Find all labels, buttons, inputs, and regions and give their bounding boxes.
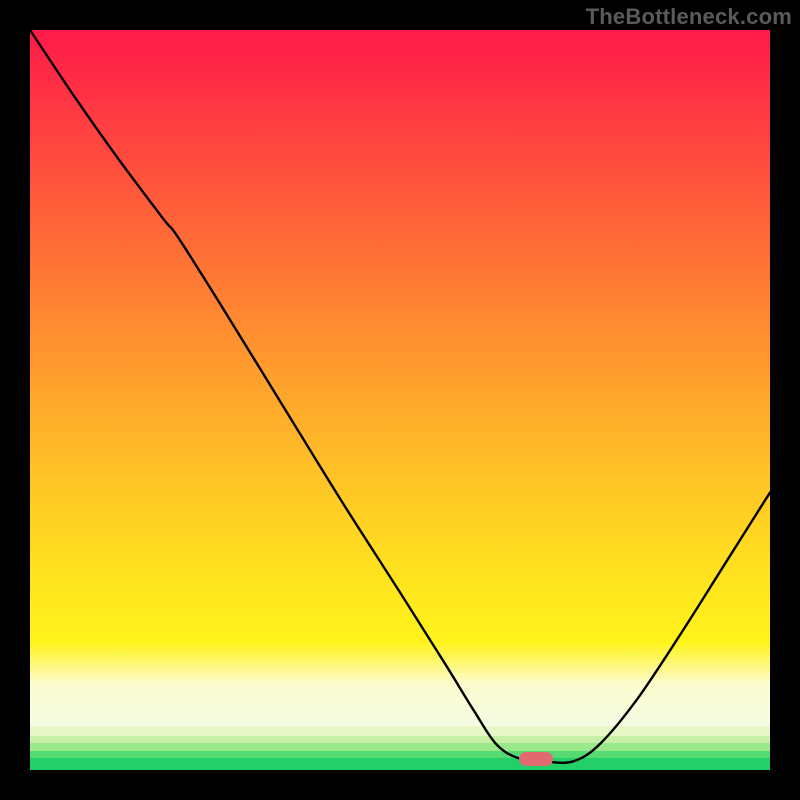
- watermark-text: TheBottleneck.com: [586, 4, 792, 30]
- optimum-marker: [519, 752, 553, 766]
- plot-area: [30, 30, 770, 770]
- bottleneck-curve: [30, 30, 770, 770]
- chart-frame: TheBottleneck.com: [0, 0, 800, 800]
